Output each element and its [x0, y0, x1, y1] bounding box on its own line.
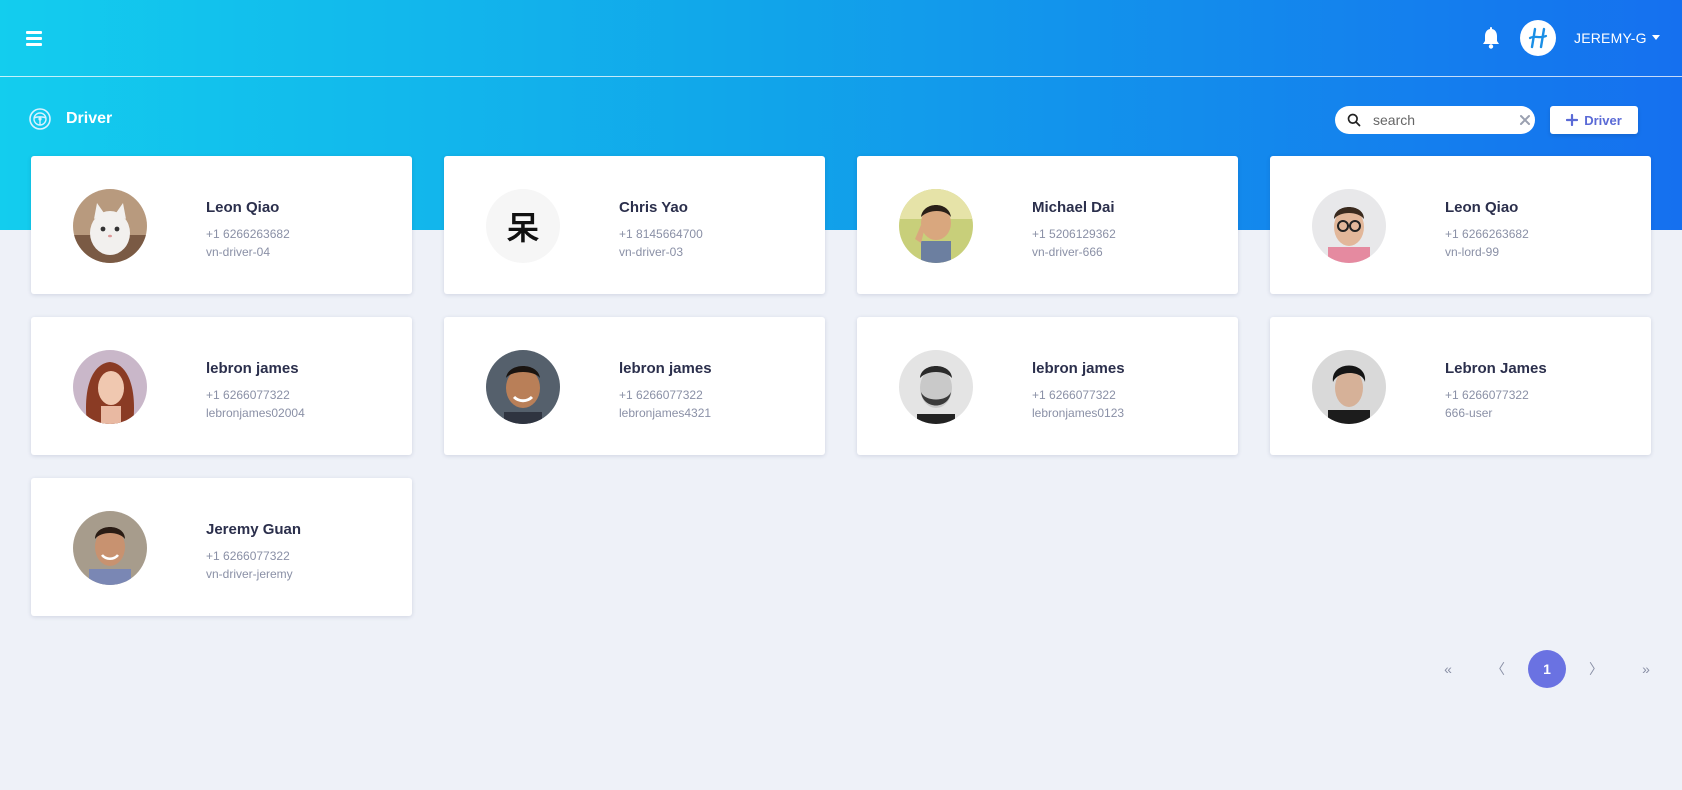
avatar — [899, 350, 973, 424]
driver-username: vn-driver-666 — [1032, 245, 1103, 259]
driver-username: vn-driver-04 — [206, 245, 271, 259]
driver-username: vn-driver-jeremy — [206, 567, 293, 581]
page-title: Driver — [66, 110, 113, 127]
search-icon — [1347, 113, 1361, 127]
brand-logo-icon — [1528, 27, 1548, 49]
avatar — [899, 189, 973, 263]
driver-card[interactable]: Jeremy Guan +1 6266077322 vn-driver-jere… — [31, 478, 412, 616]
avatar — [1312, 189, 1386, 263]
driver-card[interactable]: 呆 Chris Yao +1 8145664700 vn-driver-03 — [444, 156, 825, 294]
avatar: 呆 — [486, 189, 560, 263]
user-name: JEREMY-G — [1574, 30, 1647, 46]
driver-phone: +1 6266077322 — [206, 549, 290, 563]
driver-card[interactable]: Leon Qiao +1 6266263682 vn-driver-04 — [31, 156, 412, 294]
clear-search-icon[interactable] — [1519, 114, 1531, 126]
steering-wheel-icon — [29, 108, 51, 130]
driver-name: lebron james — [1032, 360, 1125, 377]
top-navbar: JEREMY-G — [0, 0, 1682, 77]
driver-card[interactable]: Leon Qiao +1 6266263682 vn-lord-99 — [1270, 156, 1651, 294]
avatar — [1312, 350, 1386, 424]
user-menu[interactable]: JEREMY-G — [1574, 30, 1661, 46]
driver-card[interactable]: lebron james +1 6266077322 lebronjames02… — [31, 317, 412, 455]
driver-phone: +1 6266077322 — [619, 388, 703, 402]
driver-name: Lebron James — [1445, 360, 1547, 377]
driver-name: lebron james — [619, 360, 712, 377]
driver-card[interactable]: Michael Dai +1 5206129362 vn-driver-666 — [857, 156, 1238, 294]
add-driver-button[interactable]: Driver — [1550, 106, 1638, 134]
driver-name: lebron james — [206, 360, 299, 377]
bell-icon[interactable] — [1480, 26, 1502, 50]
caret-down-icon — [1651, 35, 1660, 40]
driver-card[interactable]: Lebron James +1 6266077322 666-user — [1270, 317, 1651, 455]
driver-name: Jeremy Guan — [206, 521, 302, 538]
logo-avatar[interactable] — [1520, 20, 1556, 56]
avatar — [73, 350, 147, 424]
prev-page-button[interactable]: 〈 — [1480, 650, 1516, 688]
driver-name: Michael Dai — [1032, 199, 1115, 216]
avatar — [73, 189, 147, 263]
avatar — [486, 350, 560, 424]
driver-card[interactable]: lebron james +1 6266077322 lebronjames43… — [444, 317, 825, 455]
first-page-button[interactable]: « — [1430, 650, 1466, 688]
avatar-text: 呆 — [506, 209, 539, 247]
driver-username: vn-lord-99 — [1445, 245, 1500, 259]
menu-icon[interactable] — [26, 28, 44, 48]
avatar — [73, 511, 147, 585]
search-box — [1335, 106, 1535, 134]
page-header: Driver — [28, 107, 112, 131]
driver-phone: +1 8145664700 — [619, 227, 703, 241]
driver-name: Leon Qiao — [1445, 199, 1519, 216]
add-driver-label: Driver — [1584, 112, 1622, 128]
driver-username: lebronjames0123 — [1032, 406, 1125, 420]
driver-phone: +1 6266077322 — [1032, 388, 1116, 402]
driver-name: Leon Qiao — [206, 199, 280, 216]
driver-username: 666-user — [1445, 406, 1493, 420]
driver-username: lebronjames4321 — [619, 406, 712, 420]
plus-icon — [1566, 114, 1579, 126]
driver-username: lebronjames02004 — [206, 406, 305, 420]
page-1-button[interactable]: 1 — [1528, 650, 1566, 688]
driver-card[interactable]: lebron james +1 6266077322 lebronjames01… — [857, 317, 1238, 455]
driver-phone: +1 6266077322 — [206, 388, 290, 402]
driver-phone: +1 6266263682 — [1445, 227, 1529, 241]
last-page-button[interactable]: » — [1628, 650, 1664, 688]
driver-phone: +1 6266077322 — [1445, 388, 1529, 402]
driver-phone: +1 5206129362 — [1032, 227, 1116, 241]
driver-phone: +1 6266263682 — [206, 227, 290, 241]
next-page-button[interactable]: 〉 — [1578, 650, 1614, 688]
driver-name: Chris Yao — [619, 199, 688, 216]
driver-username: vn-driver-03 — [619, 245, 684, 259]
search-input[interactable] — [1371, 111, 1515, 129]
